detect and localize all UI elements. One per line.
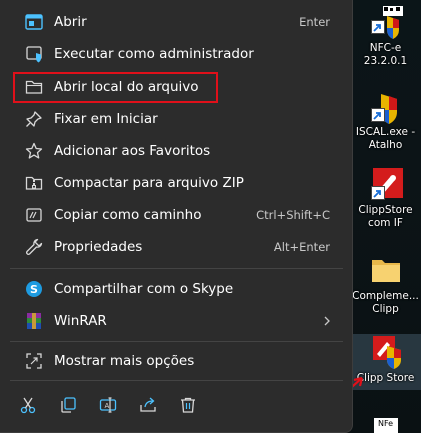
clipp-app-icon bbox=[369, 336, 403, 370]
menu-item-label: Propriedades bbox=[54, 239, 143, 255]
menu-separator bbox=[10, 380, 343, 381]
admin-shield-icon bbox=[24, 44, 44, 64]
rename-button[interactable]: A bbox=[96, 393, 120, 417]
app-shield-icon bbox=[369, 90, 403, 124]
folder-icon bbox=[369, 254, 403, 288]
menu-item-share-skype[interactable]: S Compartilhar com o Skype bbox=[6, 274, 346, 304]
menu-item-label: Fixar em Iniciar bbox=[54, 111, 158, 127]
context-toolbar: A bbox=[16, 393, 216, 417]
context-menu: Abrir Enter Executar como administrador … bbox=[0, 0, 353, 433]
share-button[interactable] bbox=[136, 393, 160, 417]
clipp-app-icon bbox=[369, 168, 403, 202]
cut-button[interactable] bbox=[16, 393, 40, 417]
copy-button[interactable] bbox=[56, 393, 80, 417]
menu-item-properties[interactable]: Propriedades Alt+Enter bbox=[6, 232, 346, 262]
menu-item-shortcut: Alt+Enter bbox=[273, 240, 330, 254]
open-app-icon bbox=[24, 12, 44, 32]
menu-item-compress-zip[interactable]: Compactar para arquivo ZIP bbox=[6, 168, 346, 198]
chevron-right-icon bbox=[320, 313, 334, 327]
copy-icon bbox=[61, 397, 76, 413]
desktop-icon-label: NFC-e bbox=[369, 42, 402, 54]
delete-icon bbox=[181, 397, 195, 413]
menu-item-winrar[interactable]: WinRAR bbox=[6, 306, 346, 336]
svg-text:S: S bbox=[30, 283, 38, 296]
desktop-icon-nfce[interactable]: NFC-e 23.2.0.1 bbox=[350, 4, 421, 82]
skype-icon: S bbox=[24, 279, 44, 299]
rename-icon: A bbox=[99, 397, 117, 413]
copy-path-icon bbox=[24, 205, 44, 225]
wrench-icon bbox=[24, 237, 44, 257]
menu-item-run-as-admin[interactable]: Executar como administrador bbox=[6, 39, 346, 69]
expand-icon bbox=[24, 351, 44, 371]
desktop-icon-label: ISCAL.exe - bbox=[355, 126, 416, 138]
menu-separator bbox=[10, 268, 343, 269]
menu-item-label: Copiar como caminho bbox=[54, 207, 202, 223]
winrar-icon bbox=[24, 311, 44, 331]
menu-item-shortcut: Ctrl+Shift+C bbox=[256, 208, 330, 222]
desktop-icon-complemento[interactable]: Compleme... Clipp bbox=[350, 252, 421, 330]
desktop-icon-label: 23.2.0.1 bbox=[363, 55, 408, 67]
desktop-icon-label: com IF bbox=[368, 217, 403, 229]
delete-button[interactable] bbox=[176, 393, 200, 417]
cut-icon bbox=[20, 397, 36, 414]
menu-item-label: WinRAR bbox=[54, 313, 107, 329]
menu-item-add-to-favorites[interactable]: Adicionar aos Favoritos bbox=[6, 136, 346, 166]
app-shield-icon bbox=[369, 6, 403, 40]
menu-item-show-more-options[interactable]: Mostrar mais opções bbox=[6, 346, 346, 376]
desktop-area: NFC-e 23.2.0.1 ISCAL.exe - Atalho ClippS… bbox=[350, 0, 421, 433]
svg-text:A: A bbox=[105, 402, 110, 410]
desktop-icon-iscal[interactable]: ISCAL.exe - Atalho bbox=[350, 88, 421, 166]
menu-item-label: Executar como administrador bbox=[54, 46, 254, 62]
menu-item-label: Adicionar aos Favoritos bbox=[54, 143, 211, 159]
pin-icon bbox=[24, 109, 44, 129]
menu-item-shortcut: Enter bbox=[299, 15, 330, 29]
menu-item-copy-as-path[interactable]: Copiar como caminho Ctrl+Shift+C bbox=[6, 200, 346, 230]
menu-item-open[interactable]: Abrir Enter bbox=[6, 7, 346, 37]
zip-folder-icon bbox=[24, 173, 44, 193]
star-icon bbox=[24, 141, 44, 161]
share-icon bbox=[140, 397, 156, 412]
menu-item-label: Mostrar mais opções bbox=[54, 353, 195, 369]
nfe-app-icon: NFe bbox=[373, 418, 398, 433]
desktop-icon-label: ClippStore bbox=[358, 204, 413, 216]
highlight-box bbox=[13, 72, 218, 103]
menu-item-pin-to-start[interactable]: Fixar em Iniciar bbox=[6, 104, 346, 134]
desktop-icon-label: Compleme... bbox=[352, 290, 419, 302]
desktop-icon-clippstore-if[interactable]: ClippStore com IF bbox=[350, 166, 421, 244]
menu-item-label: Compartilhar com o Skype bbox=[54, 281, 234, 297]
menu-item-label: Abrir bbox=[54, 14, 87, 30]
desktop-icon-label: Clipp bbox=[372, 303, 399, 315]
menu-item-label: Compactar para arquivo ZIP bbox=[54, 175, 244, 191]
desktop-icon-nfe[interactable]: NFe bbox=[350, 414, 421, 433]
desktop-icon-label: Atalho bbox=[368, 139, 403, 151]
menu-separator bbox=[10, 341, 343, 342]
